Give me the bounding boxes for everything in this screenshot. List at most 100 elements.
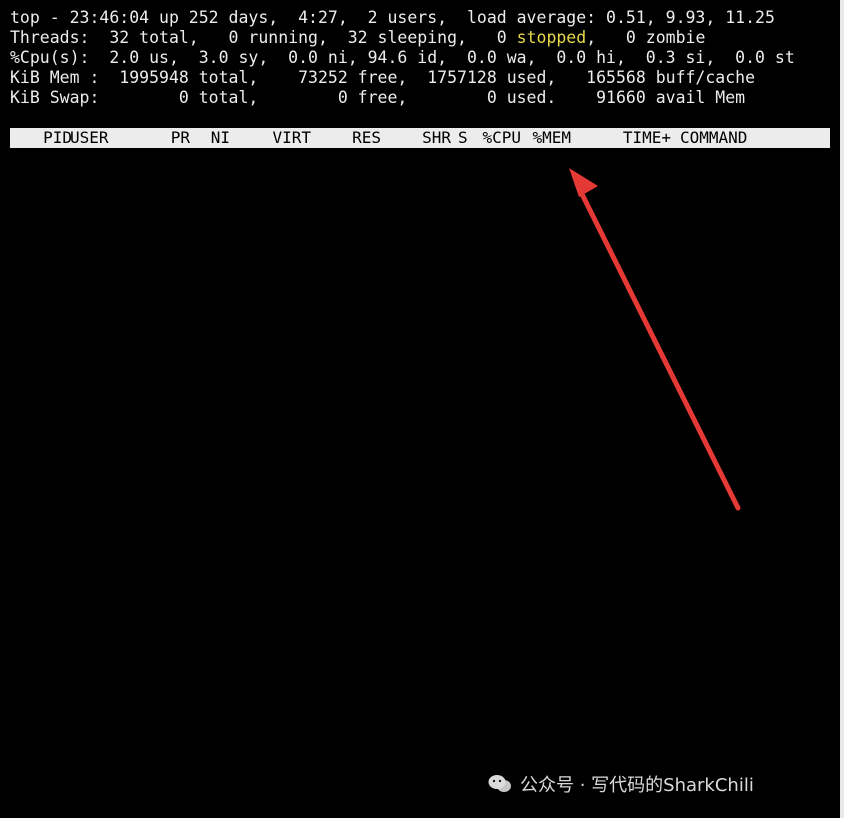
cell-time: 0:00.00 (603, 748, 671, 767)
process-row: 3782 root 20 0 2150412 192592 9408 S 0.0 9.6 0:00.… (10, 448, 830, 468)
cell-pid: 3851 (33, 688, 72, 707)
cell-mem: 9.6 (542, 528, 571, 547)
cell-cpu: 0.0 (492, 208, 521, 227)
cell-time: 0:01.02 (603, 288, 671, 307)
cell-shr: 9408 (412, 608, 451, 627)
cell-pr: 20 (170, 348, 190, 367)
cell-state: S (458, 648, 468, 667)
cell-time: 0:00.00 (603, 228, 671, 247)
cell-ni: 0 (220, 528, 230, 547)
cell-shr: 9408 (412, 208, 451, 227)
cell-time: 0:03.55 (603, 268, 671, 287)
cell-pr: 20 (170, 468, 190, 487)
cell-user: root (70, 468, 109, 487)
cell-cpu: 0.0 (492, 688, 521, 707)
cell-state: S (458, 408, 468, 427)
cell-ni: 0 (220, 508, 230, 527)
process-row: 3787 root 20 0 2150412 192592 9408 S 0.0 9.6 0:00.… (10, 548, 830, 568)
cell-command: java (680, 548, 719, 567)
cell-ni: 0 (220, 208, 230, 227)
cell-mem: 9.6 (542, 448, 571, 467)
process-row: 3729 root 20 0 2150412 192592 9408 S 0.0 9.6 0:00.… (10, 308, 830, 328)
cell-user: root (70, 288, 109, 307)
cell-shr: 9408 (412, 248, 451, 267)
process-row: 3722 root 20 0 2150412 192592 9408 S 0.0 9.6 0:02.… (10, 168, 830, 188)
cell-res: 192592 (323, 188, 381, 207)
cell-pr: 20 (170, 508, 190, 527)
cell-pid: 3739 (33, 368, 72, 387)
cell-pr: 20 (170, 548, 190, 567)
cell-ni: 0 (220, 708, 230, 727)
cell-mem: 9.6 (542, 348, 571, 367)
cell-virt: 2150412 (243, 748, 311, 767)
cell-res: 192592 (323, 248, 381, 267)
cell-state: S (458, 548, 468, 567)
cell-time: 0:00.00 (603, 688, 671, 707)
process-row: 3864 root 20 0 2150412 192592 9408 S 0.0 9.6 0:00.… (10, 748, 830, 768)
cell-pid: 3780 (33, 408, 72, 427)
cell-pid: 3782 (33, 448, 72, 467)
cell-command: java (680, 588, 719, 607)
cell-ni: 0 (220, 408, 230, 427)
cell-res: 192592 (323, 508, 381, 527)
cell-pr: 20 (170, 768, 190, 787)
cell-pid: 3726 (33, 248, 72, 267)
cell-shr: 9408 (412, 228, 451, 247)
cell-mem: 9.6 (542, 648, 571, 667)
mem-line: KiB Mem : 1995948 total, 73252 free, 175… (10, 68, 756, 87)
cell-pr: 20 (170, 268, 190, 287)
cell-time: 0:00.00 (603, 548, 671, 567)
col-pr: PR (170, 128, 190, 147)
cell-state: S (458, 328, 468, 347)
process-row: 3841 root 20 0 2150412 192592 9408 S 0.0 9.6 0:00.… (10, 648, 830, 668)
cell-command: java (680, 388, 719, 407)
cell-time: 0:00.00 (603, 628, 671, 647)
cell-state: S (458, 228, 468, 247)
cell-pid: 3729 (33, 308, 72, 327)
cell-state: S (458, 708, 468, 727)
col-state: S (458, 128, 468, 147)
cell-res: 192592 (323, 328, 381, 347)
cell-pr: 20 (170, 328, 190, 347)
cell-pr: 20 (170, 388, 190, 407)
cell-pid: 3786 (33, 528, 72, 547)
cell-command: java (680, 748, 719, 767)
cell-pr: 20 (170, 608, 190, 627)
cell-pid: 3727 (33, 268, 72, 287)
cell-pid: 3841 (33, 648, 72, 667)
cell-cpu: 0.0 (492, 148, 521, 167)
cell-state: S (458, 168, 468, 187)
cell-res: 192592 (323, 468, 381, 487)
process-table-body: 3721 root 20 0 2150412 192592 9408 S 0.0 9.6 0:00.… (10, 148, 830, 788)
cell-command: java (680, 628, 719, 647)
cell-time: 0:00.10 (603, 328, 671, 347)
cell-res: 192592 (323, 548, 381, 567)
process-row: 3726 root 20 0 2150412 192592 9408 S 0.0 9.6 0:00.… (10, 248, 830, 268)
cell-mem: 9.6 (542, 688, 571, 707)
process-row: 3781 root 20 0 2150412 192592 9408 S 0.0 9.6 0:00.… (10, 428, 830, 448)
cell-mem: 9.6 (542, 148, 571, 167)
cell-command: java (680, 248, 719, 267)
cell-ni: 0 (220, 588, 230, 607)
cell-res: 192592 (323, 588, 381, 607)
cell-virt: 2150412 (243, 648, 311, 667)
cell-command: java (680, 608, 719, 627)
cell-command: java (680, 308, 719, 327)
cell-virt: 2150412 (243, 548, 311, 567)
cell-shr: 9408 (412, 508, 451, 527)
process-row: 3788 root 20 0 2150412 192592 9408 S 0.0 9.6 0:00.… (10, 568, 830, 588)
cell-time: 0:00.00 (603, 468, 671, 487)
cell-pid: 3728 (33, 288, 72, 307)
cell-virt: 2150412 (243, 588, 311, 607)
threads-line: Threads: 32 total, 0 running, 32 sleepin… (10, 28, 840, 48)
cell-time: 0:00.00 (603, 728, 671, 747)
cell-user: root (70, 708, 109, 727)
cell-time: 0:00.01 (603, 368, 671, 387)
watermark: 公众号 · 写代码的SharkChili (488, 770, 754, 798)
process-row: 3790 root 20 0 2150412 192592 9408 S 0.0 9.6 0:00.… (10, 608, 830, 628)
col-pid: PID (43, 128, 72, 147)
cell-ni: 0 (220, 308, 230, 327)
cell-time: 0:00.00 (603, 488, 671, 507)
cell-pr: 20 (170, 488, 190, 507)
cell-shr: 9408 (412, 448, 451, 467)
